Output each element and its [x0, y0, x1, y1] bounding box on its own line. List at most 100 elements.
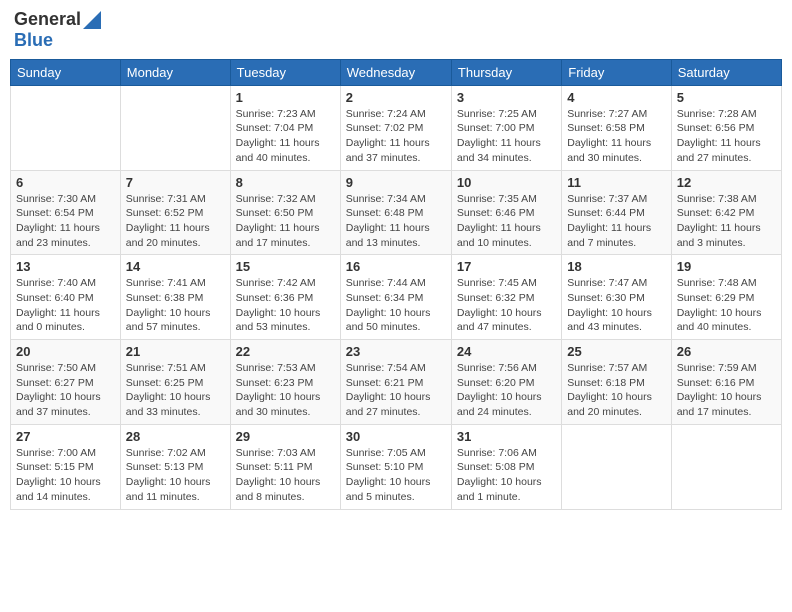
calendar-week-row: 27Sunrise: 7:00 AM Sunset: 5:15 PM Dayli… [11, 424, 782, 509]
day-info: Sunrise: 7:03 AM Sunset: 5:11 PM Dayligh… [236, 446, 335, 505]
day-number: 30 [346, 429, 446, 444]
day-info: Sunrise: 7:31 AM Sunset: 6:52 PM Dayligh… [126, 192, 225, 251]
calendar-cell: 18 Sunrise: 7:47 AM Sunset: 6:30 PM Dayli… [562, 255, 671, 340]
calendar-cell: 7 Sunrise: 7:31 AM Sunset: 6:52 PM Daylig… [120, 170, 230, 255]
day-info: Sunrise: 7:27 AM Sunset: 6:58 PM Dayligh… [567, 107, 665, 166]
calendar-cell: 15Sunrise: 7:42 AM Sunset: 6:36 PM Dayli… [230, 255, 340, 340]
calendar-cell: 9Sunrise: 7:34 AM Sunset: 6:48 PM Daylig… [340, 170, 451, 255]
logo: General Blue [14, 10, 103, 51]
day-info: Sunrise: 7:57 AM Sunset: 6:18 PM Dayligh… [567, 361, 665, 420]
calendar-week-row: 20Sunrise: 7:50 AM Sunset: 6:27 PM Dayli… [11, 340, 782, 425]
calendar-cell [671, 424, 781, 509]
day-number: 25 [567, 344, 665, 359]
calendar-cell [120, 85, 230, 170]
day-number: 31 [457, 429, 556, 444]
day-number: 26 [677, 344, 776, 359]
calendar-cell: 5Sunrise: 7:28 AM Sunset: 6:56 PM Daylig… [671, 85, 781, 170]
day-number: 1 [236, 90, 335, 105]
day-number: 16 [346, 259, 446, 274]
day-info: Sunrise: 7:06 AM Sunset: 5:08 PM Dayligh… [457, 446, 556, 505]
calendar-cell: 8Sunrise: 7:32 AM Sunset: 6:50 PM Daylig… [230, 170, 340, 255]
day-info: Sunrise: 7:00 AM Sunset: 5:15 PM Dayligh… [16, 446, 115, 505]
day-info: Sunrise: 7:59 AM Sunset: 6:16 PM Dayligh… [677, 361, 776, 420]
day-info: Sunrise: 7:24 AM Sunset: 7:02 PM Dayligh… [346, 107, 446, 166]
day-info: Sunrise: 7:50 AM Sunset: 6:27 PM Dayligh… [16, 361, 115, 420]
day-info: Sunrise: 7:47 AM Sunset: 6:30 PM Dayligh… [567, 276, 665, 335]
logo-blue-text: Blue [14, 30, 53, 51]
day-number: 23 [346, 344, 446, 359]
day-info: Sunrise: 7:02 AM Sunset: 5:13 PM Dayligh… [126, 446, 225, 505]
calendar-day-header: Friday [562, 59, 671, 85]
calendar-cell: 12 Sunrise: 7:38 AM Sunset: 6:42 PM Dayli… [671, 170, 781, 255]
day-info: Sunrise: 7:40 AM Sunset: 6:40 PM Dayligh… [16, 276, 115, 335]
day-info: Sunrise: 7:23 AM Sunset: 7:04 PM Dayligh… [236, 107, 335, 166]
calendar-cell: 24Sunrise: 7:56 AM Sunset: 6:20 PM Dayli… [451, 340, 561, 425]
calendar-cell: 10 Sunrise: 7:35 AM Sunset: 6:46 PM Dayli… [451, 170, 561, 255]
calendar-day-header: Saturday [671, 59, 781, 85]
calendar-cell: 26 Sunrise: 7:59 AM Sunset: 6:16 PM Dayli… [671, 340, 781, 425]
calendar-cell: 28 Sunrise: 7:02 AM Sunset: 5:13 PM Dayli… [120, 424, 230, 509]
calendar-day-header: Tuesday [230, 59, 340, 85]
calendar-day-header: Thursday [451, 59, 561, 85]
day-info: Sunrise: 7:25 AM Sunset: 7:00 PM Dayligh… [457, 107, 556, 166]
calendar-cell [562, 424, 671, 509]
calendar-cell: 22 Sunrise: 7:53 AM Sunset: 6:23 PM Dayli… [230, 340, 340, 425]
day-number: 19 [677, 259, 776, 274]
calendar-header-row: SundayMondayTuesdayWednesdayThursdayFrid… [11, 59, 782, 85]
day-info: Sunrise: 7:30 AM Sunset: 6:54 PM Dayligh… [16, 192, 115, 251]
calendar-cell: 25 Sunrise: 7:57 AM Sunset: 6:18 PM Dayli… [562, 340, 671, 425]
day-number: 3 [457, 90, 556, 105]
day-number: 14 [126, 259, 225, 274]
calendar-cell: 27Sunrise: 7:00 AM Sunset: 5:15 PM Dayli… [11, 424, 121, 509]
day-number: 13 [16, 259, 115, 274]
calendar-week-row: 13 Sunrise: 7:40 AM Sunset: 6:40 PM Dayli… [11, 255, 782, 340]
calendar-cell: 4 Sunrise: 7:27 AM Sunset: 6:58 PM Daylig… [562, 85, 671, 170]
day-info: Sunrise: 7:48 AM Sunset: 6:29 PM Dayligh… [677, 276, 776, 335]
calendar-cell: 16 Sunrise: 7:44 AM Sunset: 6:34 PM Dayli… [340, 255, 451, 340]
calendar-day-header: Wednesday [340, 59, 451, 85]
header: General Blue [10, 10, 782, 51]
day-number: 12 [677, 175, 776, 190]
day-info: Sunrise: 7:37 AM Sunset: 6:44 PM Dayligh… [567, 192, 665, 251]
day-info: Sunrise: 7:35 AM Sunset: 6:46 PM Dayligh… [457, 192, 556, 251]
calendar-week-row: 6 Sunrise: 7:30 AM Sunset: 6:54 PM Daylig… [11, 170, 782, 255]
day-number: 28 [126, 429, 225, 444]
day-info: Sunrise: 7:44 AM Sunset: 6:34 PM Dayligh… [346, 276, 446, 335]
calendar-table: SundayMondayTuesdayWednesdayThursdayFrid… [10, 59, 782, 510]
day-info: Sunrise: 7:38 AM Sunset: 6:42 PM Dayligh… [677, 192, 776, 251]
day-info: Sunrise: 7:41 AM Sunset: 6:38 PM Dayligh… [126, 276, 225, 335]
day-number: 10 [457, 175, 556, 190]
day-number: 15 [236, 259, 335, 274]
calendar-cell: 30 Sunrise: 7:05 AM Sunset: 5:10 PM Dayli… [340, 424, 451, 509]
logo-triangle-icon [83, 11, 101, 29]
day-info: Sunrise: 7:05 AM Sunset: 5:10 PM Dayligh… [346, 446, 446, 505]
day-info: Sunrise: 7:56 AM Sunset: 6:20 PM Dayligh… [457, 361, 556, 420]
day-number: 7 [126, 175, 225, 190]
day-number: 6 [16, 175, 115, 190]
calendar-cell: 19 Sunrise: 7:48 AM Sunset: 6:29 PM Dayli… [671, 255, 781, 340]
calendar-cell: 13 Sunrise: 7:40 AM Sunset: 6:40 PM Dayli… [11, 255, 121, 340]
logo-general-text: General [14, 10, 81, 30]
calendar-day-header: Monday [120, 59, 230, 85]
day-info: Sunrise: 7:34 AM Sunset: 6:48 PM Dayligh… [346, 192, 446, 251]
day-info: Sunrise: 7:53 AM Sunset: 6:23 PM Dayligh… [236, 361, 335, 420]
day-number: 29 [236, 429, 335, 444]
day-number: 4 [567, 90, 665, 105]
calendar-cell [11, 85, 121, 170]
calendar-day-header: Sunday [11, 59, 121, 85]
calendar-cell: 3 Sunrise: 7:25 AM Sunset: 7:00 PM Daylig… [451, 85, 561, 170]
calendar-cell: 23Sunrise: 7:54 AM Sunset: 6:21 PM Dayli… [340, 340, 451, 425]
calendar-cell: 14 Sunrise: 7:41 AM Sunset: 6:38 PM Dayli… [120, 255, 230, 340]
day-number: 22 [236, 344, 335, 359]
calendar-cell: 11Sunrise: 7:37 AM Sunset: 6:44 PM Dayli… [562, 170, 671, 255]
day-number: 8 [236, 175, 335, 190]
day-number: 21 [126, 344, 225, 359]
day-number: 18 [567, 259, 665, 274]
calendar-cell: 29 Sunrise: 7:03 AM Sunset: 5:11 PM Dayli… [230, 424, 340, 509]
calendar-cell: 2Sunrise: 7:24 AM Sunset: 7:02 PM Daylig… [340, 85, 451, 170]
day-info: Sunrise: 7:51 AM Sunset: 6:25 PM Dayligh… [126, 361, 225, 420]
calendar-week-row: 1 Sunrise: 7:23 AM Sunset: 7:04 PM Daylig… [11, 85, 782, 170]
calendar-cell: 21 Sunrise: 7:51 AM Sunset: 6:25 PM Dayli… [120, 340, 230, 425]
calendar-cell: 1 Sunrise: 7:23 AM Sunset: 7:04 PM Daylig… [230, 85, 340, 170]
calendar-cell: 6 Sunrise: 7:30 AM Sunset: 6:54 PM Daylig… [11, 170, 121, 255]
